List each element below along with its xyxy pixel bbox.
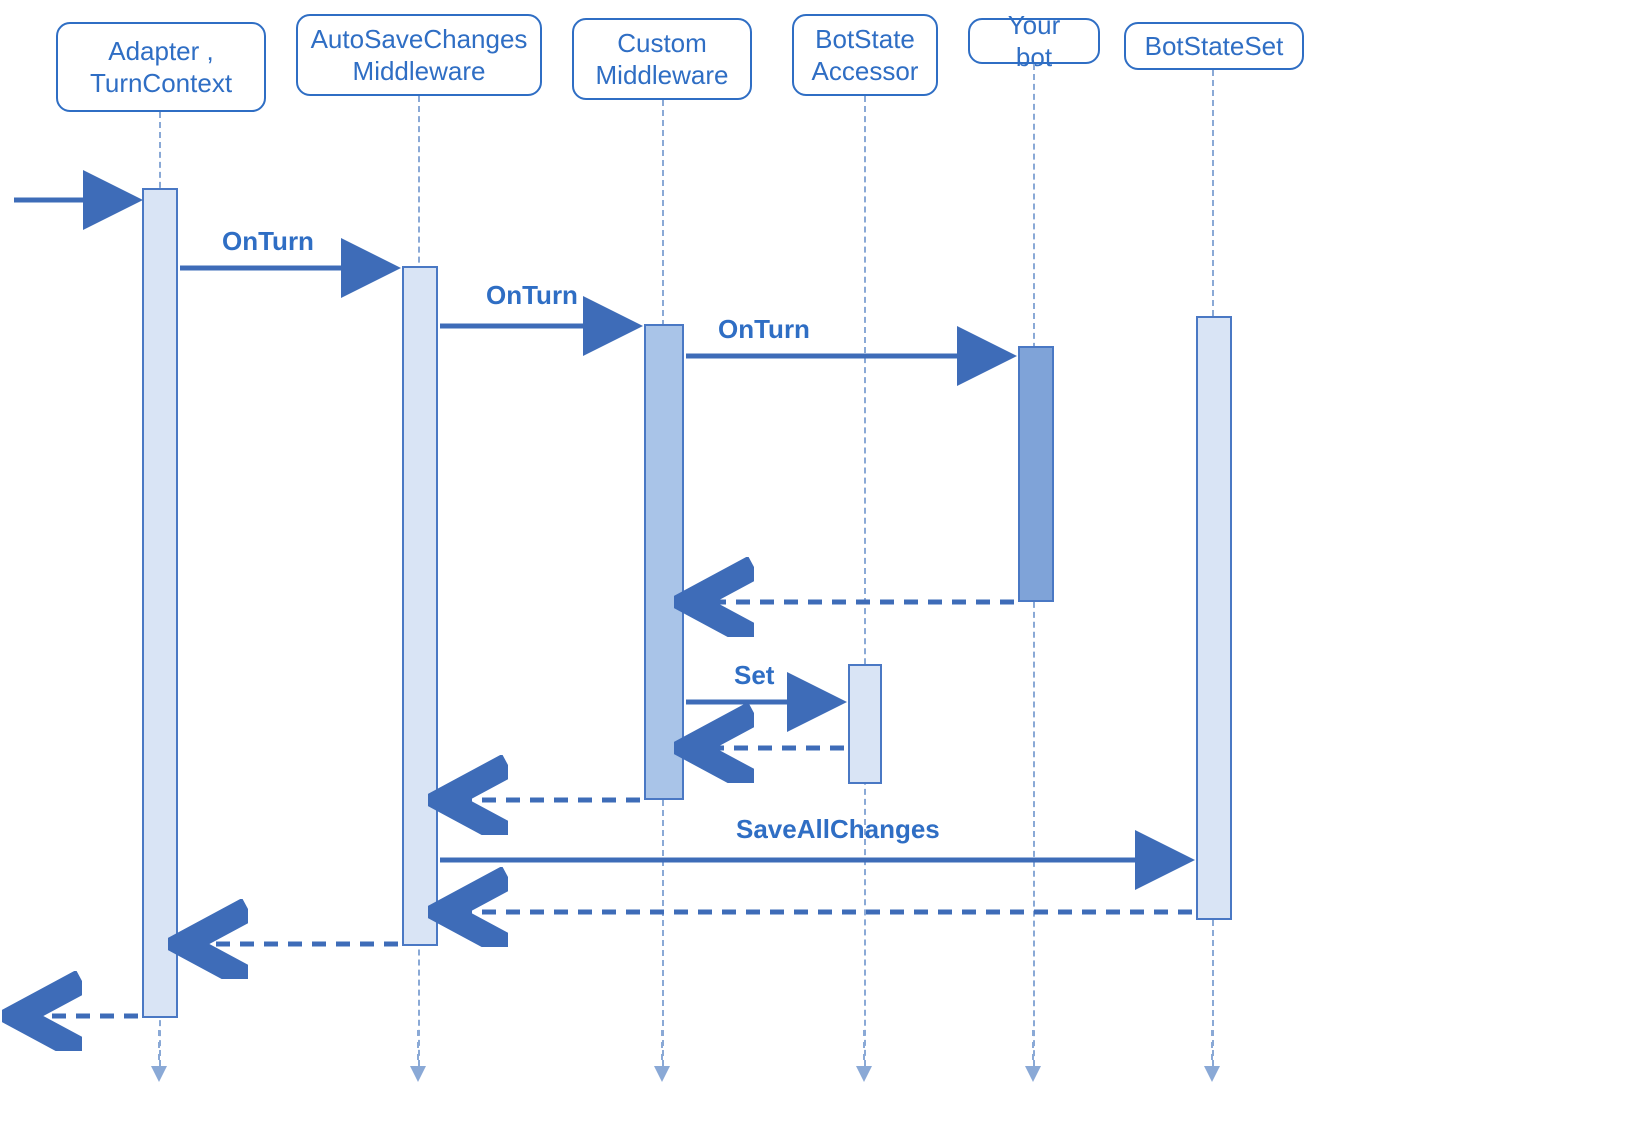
sequence-diagram: Adapter , TurnContext AutoSaveChanges Mi… — [0, 0, 1636, 1127]
arrows-layer — [0, 0, 1636, 1127]
